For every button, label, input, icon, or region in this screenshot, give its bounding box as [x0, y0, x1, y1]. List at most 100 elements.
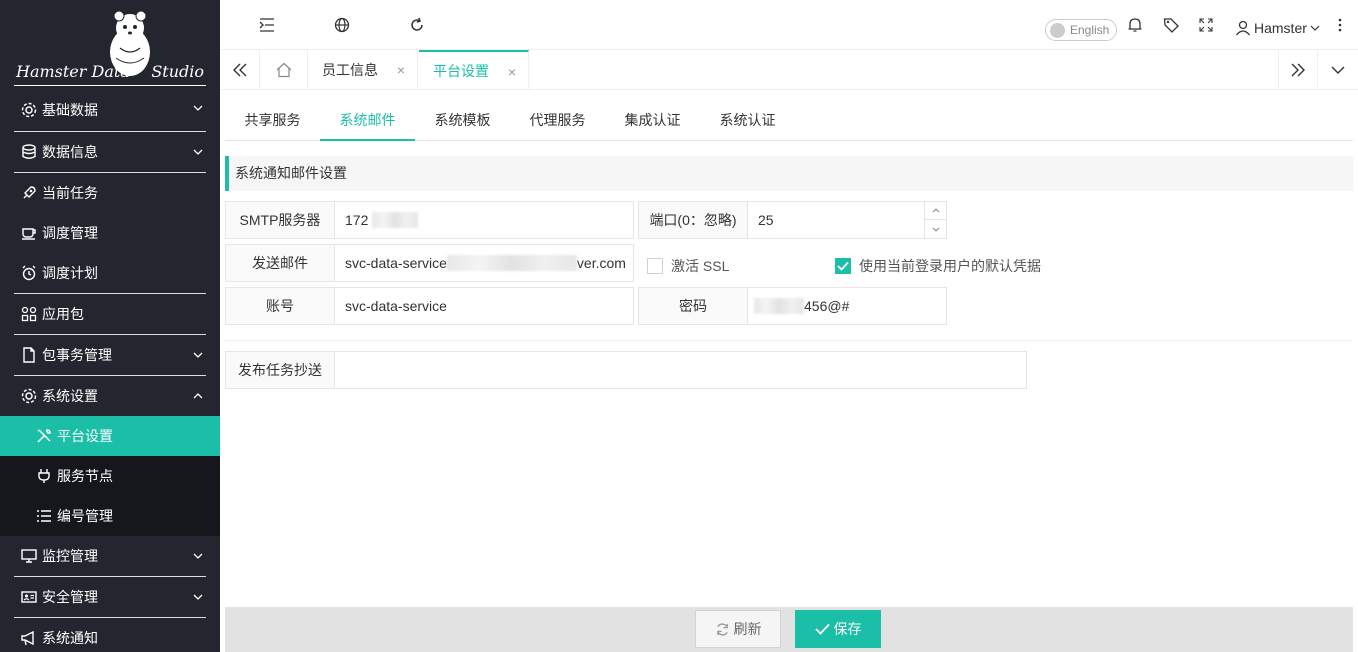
- sender-email-input[interactable]: svc-data-service ver.com: [334, 244, 634, 282]
- tab-shared-services[interactable]: 共享服务: [225, 100, 320, 141]
- alarm-clock-icon: [20, 264, 38, 282]
- default-credentials-checkbox[interactable]: 使用当前登录用户的默认凭据: [835, 256, 1041, 276]
- refresh-label: 刷新: [733, 621, 762, 637]
- sidebar-item-app-package[interactable]: 应用包: [0, 294, 220, 334]
- home-icon: [276, 62, 291, 78]
- tools-icon: [35, 427, 53, 445]
- tab-system-templates[interactable]: 系统模板: [415, 100, 510, 141]
- more-vertical-icon[interactable]: [1330, 15, 1350, 35]
- list-icon: [35, 507, 53, 525]
- sidebar-item-system-settings[interactable]: 系统设置: [0, 376, 220, 416]
- smtp-server-input[interactable]: 172: [334, 201, 634, 239]
- checkmark-icon: [837, 261, 849, 271]
- save-button[interactable]: 保存: [795, 610, 881, 648]
- sidebar-item-current-tasks[interactable]: 当前任务: [0, 173, 220, 213]
- sidebar-item-label: 基础数据: [42, 101, 98, 118]
- tab-system-auth[interactable]: 系统认证: [700, 100, 795, 141]
- password-value: 456@#: [804, 298, 850, 314]
- account-input[interactable]: svc-data-service: [334, 287, 634, 325]
- sidebar-item-basic-data[interactable]: 基础数据: [0, 88, 220, 131]
- sidebar-item-label: 应用包: [42, 306, 84, 322]
- password-label: 密码: [638, 287, 748, 325]
- chevron-down-icon: [193, 594, 203, 600]
- sidebar-item-data-info[interactable]: 数据信息: [0, 132, 220, 172]
- sidebar-item-security[interactable]: 安全管理: [0, 577, 220, 617]
- section-title: 系统通知邮件设置: [225, 156, 1353, 191]
- refresh-button[interactable]: 刷新: [695, 610, 781, 648]
- sidebar-item-label: 安全管理: [42, 589, 98, 605]
- port-spinner: [924, 202, 946, 238]
- redacted-text: [754, 298, 804, 314]
- spinner-down-icon[interactable]: [925, 220, 946, 238]
- cup-icon: [20, 224, 38, 242]
- tab-employee-info[interactable]: 员工信息 ×: [308, 50, 418, 90]
- sidebar-item-schedule-plan[interactable]: 调度计划: [0, 253, 220, 293]
- tab-system-mail[interactable]: 系统邮件: [320, 100, 415, 141]
- smtp-server-value: 172: [345, 212, 369, 228]
- ssl-checkbox[interactable]: 激活 SSL: [647, 256, 729, 276]
- chevron-down-icon: [193, 105, 203, 111]
- sidebar-item-label: 系统通知: [42, 630, 98, 646]
- plug-icon: [35, 467, 53, 485]
- sidebar-item-platform-settings[interactable]: 平台设置: [0, 416, 220, 456]
- globe-icon[interactable]: [332, 15, 352, 35]
- top-bar: English Hamster: [220, 0, 1358, 50]
- user-icon: [1235, 20, 1251, 36]
- port-input[interactable]: 25: [747, 201, 947, 239]
- collapse-menu-icon[interactable]: [257, 15, 277, 35]
- sidebar-item-monitoring[interactable]: 监控管理: [0, 536, 220, 576]
- username: Hamster: [1254, 20, 1307, 36]
- tab-options-button[interactable]: [1318, 50, 1358, 90]
- megaphone-icon: [20, 629, 38, 647]
- app-root: Hamster Data Studio 基础数据 数据信息 当前任务 调度管理: [0, 0, 1358, 652]
- tab-label: 平台设置: [433, 63, 489, 79]
- refresh-icon: [716, 622, 728, 636]
- spinner-up-icon[interactable]: [925, 202, 946, 220]
- sidebar-item-label: 监控管理: [42, 548, 98, 564]
- sidebar-item-schedule-mgmt[interactable]: 调度管理: [0, 213, 220, 253]
- scroll-left-button[interactable]: [220, 50, 260, 90]
- tab-proxy-services[interactable]: 代理服务: [510, 100, 605, 141]
- chevron-down-icon: [1310, 25, 1320, 31]
- chevron-down-icon: [193, 352, 203, 358]
- user-menu[interactable]: Hamster: [1235, 20, 1320, 36]
- smtp-server-label: SMTP服务器: [225, 201, 335, 239]
- refresh-icon[interactable]: [407, 15, 427, 35]
- logo-text-right: Studio: [151, 62, 204, 81]
- bell-icon[interactable]: [1125, 15, 1145, 35]
- chevron-down-icon: [193, 553, 203, 559]
- logo-text-left: Hamster Data: [16, 62, 130, 81]
- id-card-icon: [20, 588, 38, 606]
- logo: Hamster Data Studio: [0, 0, 220, 88]
- database-icon: [20, 143, 38, 161]
- sidebar-item-label: 数据信息: [42, 144, 98, 160]
- sidebar-item-label: 平台设置: [57, 428, 113, 444]
- password-input[interactable]: 456@#: [747, 287, 947, 325]
- settings-sub-tabs: 共享服务 系统邮件 系统模板 代理服务 集成认证 系统认证: [225, 100, 1353, 141]
- sidebar-item-notifications[interactable]: 系统通知: [0, 618, 220, 652]
- scroll-right-button[interactable]: [1278, 50, 1318, 90]
- redacted-text: [372, 212, 419, 228]
- close-icon[interactable]: ×: [508, 64, 516, 80]
- sidebar-item-package-transactions[interactable]: 包事务管理: [0, 335, 220, 375]
- task-cc-label: 发布任务抄送: [225, 351, 335, 389]
- monitor-icon: [20, 547, 38, 565]
- home-tab[interactable]: [260, 50, 308, 90]
- language-toggle[interactable]: English: [1045, 19, 1117, 41]
- chevron-down-icon: [193, 149, 203, 155]
- sidebar: Hamster Data Studio 基础数据 数据信息 当前任务 调度管理: [0, 0, 220, 652]
- sidebar-item-label: 编号管理: [57, 508, 113, 524]
- sidebar-item-number-mgmt[interactable]: 编号管理: [0, 496, 220, 536]
- sidebar-item-label: 调度计划: [42, 265, 98, 281]
- tab-platform-settings[interactable]: 平台设置 ×: [419, 50, 529, 90]
- sidebar-item-service-nodes[interactable]: 服务节点: [0, 456, 220, 496]
- fullscreen-icon[interactable]: [1196, 15, 1216, 35]
- language-label: English: [1070, 23, 1110, 37]
- close-icon[interactable]: ×: [397, 62, 405, 78]
- tag-icon[interactable]: [1161, 15, 1181, 35]
- gear-icon: [20, 101, 38, 119]
- task-cc-input[interactable]: [334, 351, 1027, 389]
- tab-integrated-auth[interactable]: 集成认证: [605, 100, 700, 141]
- sender-email-value-start: svc-data-service: [345, 255, 447, 271]
- redacted-text: [446, 255, 577, 271]
